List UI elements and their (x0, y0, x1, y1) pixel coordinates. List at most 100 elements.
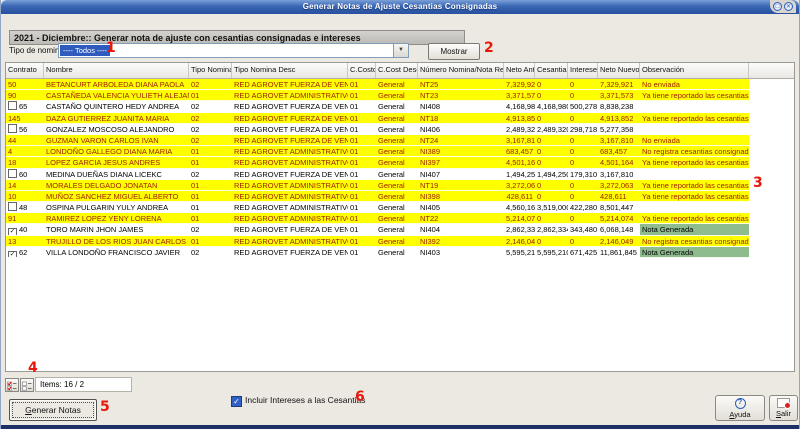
column-header[interactable]: C.Cost Desc (376, 63, 418, 78)
dropdown-selected-value: ---- Todos ---- (60, 45, 110, 56)
cell-neto_ant: 1,494,250 (504, 169, 535, 180)
help-icon: ? (735, 398, 746, 409)
cell-tipo_nomina: 01 (189, 202, 232, 213)
table-row[interactable]: 10MUÑOZ SANCHEZ MIGUEL ALBERTO01RED AGRO… (6, 191, 794, 202)
cell-neto_ant: 4,501,164 (504, 157, 535, 168)
row-checkbox[interactable]: ✓ (8, 251, 17, 258)
cell-neto_ant: 2,489,320 (504, 124, 535, 135)
cell-c_cost_desc: General (376, 79, 418, 90)
cell-neto_ant: 4,560,167 (504, 202, 535, 213)
cell-intereses: 0 (568, 135, 598, 146)
cell-cesantias: 0 (535, 180, 568, 191)
cell-neto_ant: 2,862,334 (504, 224, 535, 235)
cell-c_cost_desc: General (376, 202, 418, 213)
incluir-intereses-checkbox[interactable]: ✓ (231, 396, 242, 407)
cell-c_costo: 01 (348, 146, 376, 157)
annotation-5: 5 (100, 400, 110, 414)
table-row[interactable]: 4LONDOÑO GALLEGO DIANA MARIA01RED AGROVE… (6, 146, 794, 157)
row-checkbox[interactable] (8, 101, 17, 110)
column-header[interactable]: Tipo Nomina (189, 63, 232, 78)
column-header[interactable]: Tipo Nomina Desc (232, 63, 348, 78)
column-header[interactable]: Contrato (6, 63, 44, 78)
cell-cesantias: 0 (535, 157, 568, 168)
cell-c_costo: 01 (348, 180, 376, 191)
generar-notas-button[interactable]: Generar Notas (9, 399, 97, 421)
table-row[interactable]: 50BETANCURT ARBOLEDA DIANA PAOLA02RED AG… (6, 79, 794, 90)
cell-tipo_nomina_desc: RED AGROVET FUERZA DE VENTAS (232, 169, 348, 180)
cell-tipo_nomina_desc: RED AGROVET ADMINISTRATIVOS (232, 236, 348, 247)
cell-neto_nuevo: 683,457 (598, 146, 640, 157)
cell-tipo_nomina_desc: RED AGROVET FUERZA DE VENTAS (232, 124, 348, 135)
column-header[interactable]: Intereses (568, 63, 598, 78)
salir-button[interactable]: Salir (769, 395, 798, 421)
cell-tipo_nomina_desc: RED AGROVET FUERZA DE VENTAS (232, 247, 348, 258)
table-row[interactable]: 48OSPINA PULGARIN YULY ANDREA01RED AGROV… (6, 202, 794, 213)
cell-filler (749, 157, 794, 168)
cell-filler (749, 146, 794, 157)
cell-tipo_nomina: 02 (189, 113, 232, 124)
cell-numero: NT19 (418, 180, 504, 191)
table-row[interactable]: 13TRUJILLO DE LOS RIOS JUAN CARLOS01RED … (6, 236, 794, 247)
cell-c_costo: 01 (348, 101, 376, 112)
cell-cesantias: 0 (535, 236, 568, 247)
table-row[interactable]: 14MORALES DELGADO JONATAN01RED AGROVET A… (6, 180, 794, 191)
close-button[interactable]: ✕ (784, 2, 793, 11)
cell-neto_nuevo: 3,371,573 (598, 90, 640, 101)
cell-neto_ant: 5,214,074 (504, 213, 535, 224)
cell-filler (749, 224, 794, 235)
row-checkbox[interactable] (8, 202, 17, 211)
cell-filler (749, 247, 794, 258)
table-row[interactable]: 145DAZA GUTIERREZ JUANITA MARIA02RED AGR… (6, 113, 794, 124)
row-checkbox[interactable]: ✓ (8, 228, 17, 235)
cell-neto_ant: 4,913,852 (504, 113, 535, 124)
cell-neto_nuevo: 7,329,921 (598, 79, 640, 90)
cell-numero: NI408 (418, 101, 504, 112)
column-header[interactable]: Observación (640, 63, 749, 78)
cell-contrato: 48 (6, 202, 44, 213)
column-header[interactable]: Nombre (44, 63, 189, 78)
cell-neto_nuevo: 6,068,148 (598, 224, 640, 235)
table-row[interactable]: 60MEDINA DUEÑAS DIANA LICEKC02RED AGROVE… (6, 169, 794, 180)
column-header[interactable]: Neto Nuevo (598, 63, 640, 78)
cell-numero: NI398 (418, 191, 504, 202)
table-row[interactable]: 90CASTAÑEDA VALENCIA YULIETH ALEJANDRA01… (6, 90, 794, 101)
annotation-2: 2 (484, 41, 494, 55)
table-row[interactable]: 91RAMIREZ LOPEZ YENY LORENA01RED AGROVET… (6, 213, 794, 224)
chevron-down-icon[interactable]: ▼ (393, 44, 408, 57)
cell-intereses: 0 (568, 113, 598, 124)
cell-cesantias: 0 (535, 90, 568, 101)
table-row[interactable]: 65CASTAÑO QUINTERO HEDY ANDREA02RED AGRO… (6, 101, 794, 112)
row-checkbox[interactable] (8, 169, 17, 178)
table-row[interactable]: 44GUZMAN VARON CARLOS IVAN02RED AGROVET … (6, 135, 794, 146)
uncheck-all-button[interactable] (20, 378, 34, 392)
column-header[interactable]: Número Nomina/Nota Ref (418, 63, 504, 78)
mostrar-button[interactable]: Mostrar (428, 43, 480, 60)
cell-neto_nuevo: 3,167,810 (598, 135, 640, 146)
cell-c_costo: 01 (348, 224, 376, 235)
cell-nombre: TRUJILLO DE LOS RIOS JUAN CARLOS (44, 236, 189, 247)
table-row[interactable]: ✓62VILLA LONDOÑO FRANCISCO JAVIER02RED A… (6, 247, 794, 258)
cell-cesantias: 4,168,980 (535, 101, 568, 112)
column-header[interactable]: C.Costo (348, 63, 376, 78)
cell-c_costo: 01 (348, 157, 376, 168)
cell-observacion (640, 124, 749, 135)
cell-tipo_nomina: 02 (189, 79, 232, 90)
table-row[interactable]: 56GONZALEZ MOSCOSO ALEJANDRO02RED AGROVE… (6, 124, 794, 135)
cell-observacion: No registra cesantias consignadas (640, 236, 749, 247)
check-all-button[interactable] (5, 378, 19, 392)
ayuda-button[interactable]: ? Ayuda (715, 395, 765, 421)
column-header[interactable]: Neto Ant (504, 63, 535, 78)
maximize-button[interactable]: □ (773, 2, 782, 11)
cell-tipo_nomina: 02 (189, 135, 232, 146)
cell-intereses: 0 (568, 79, 598, 90)
cell-neto_nuevo: 3,272,063 (598, 180, 640, 191)
column-header[interactable]: Cesantias (535, 63, 568, 78)
cell-nombre: MUÑOZ SANCHEZ MIGUEL ALBERTO (44, 191, 189, 202)
cell-contrato: 14 (6, 180, 44, 191)
window-controls: □ ✕ (770, 0, 796, 13)
table-row[interactable]: 18LOPEZ GARCIA JESUS ANDRES01RED AGROVET… (6, 157, 794, 168)
table-row[interactable]: ✓40TORO MARIN JHON JAMES02RED AGROVET FU… (6, 224, 794, 235)
cell-tipo_nomina_desc: RED AGROVET FUERZA DE VENTAS (232, 101, 348, 112)
row-checkbox[interactable] (8, 124, 17, 133)
cell-contrato: 56 (6, 124, 44, 135)
